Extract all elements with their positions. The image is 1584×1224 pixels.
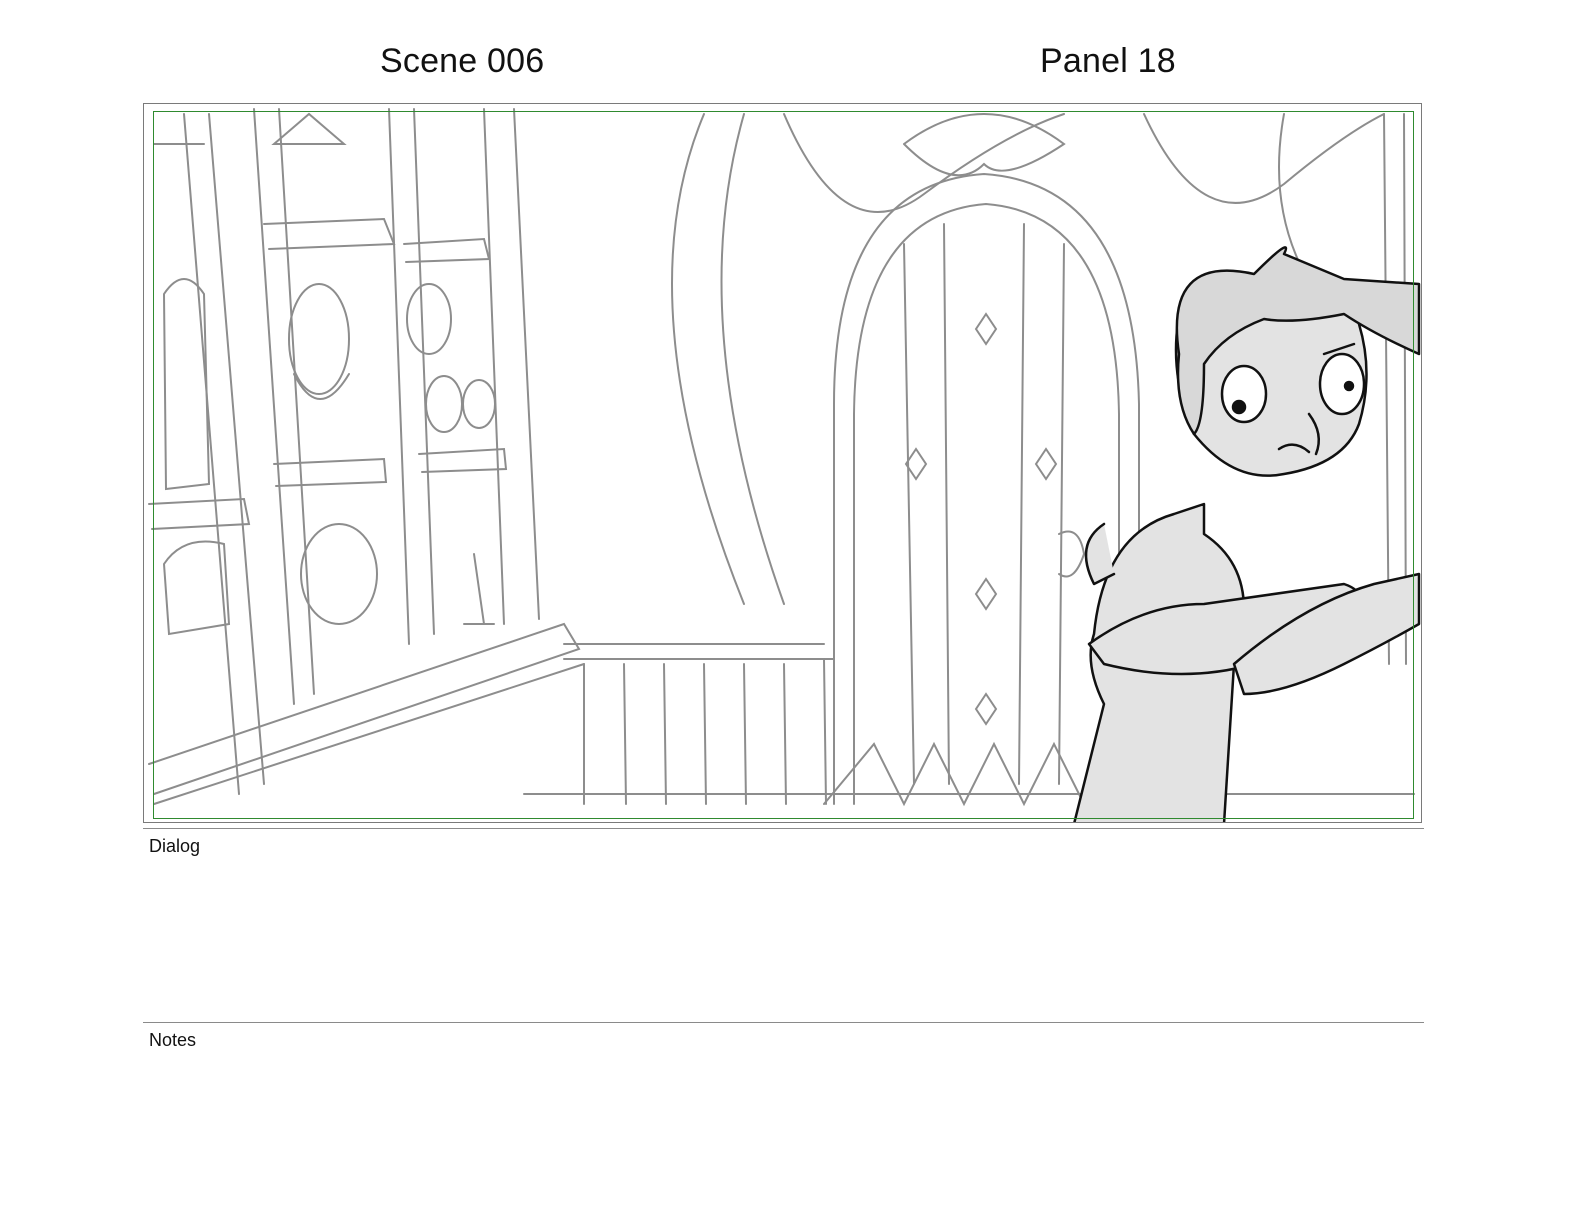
dialog-divider [143,828,1424,829]
storyboard-panel-frame [143,103,1422,823]
scene-title: Scene 006 [380,42,545,80]
storyboard-sketch [148,108,1421,822]
notes-label: Notes [149,1030,197,1050]
dialog-label: Dialog [149,836,201,856]
panel-title: Panel 18 [1040,42,1176,80]
notes-divider [143,1022,1424,1023]
